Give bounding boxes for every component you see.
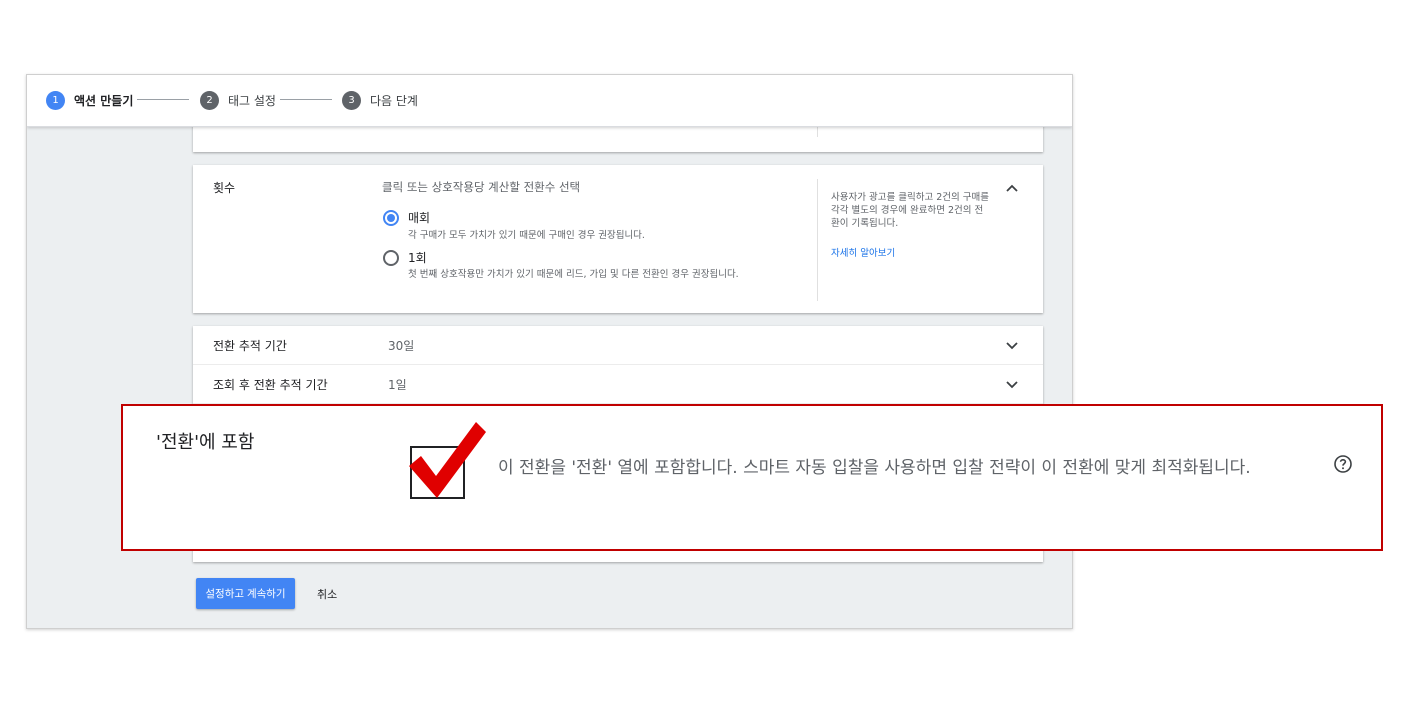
count-section-card: 횟수 클릭 또는 상호작용당 계산할 전환수 선택 매회 각 구매가 모두 가치… [193,165,1043,313]
step-1[interactable]: 1 액션 만들기 [46,90,133,110]
setting-label: 전환 추적 기간 [213,339,287,353]
radio-once[interactable] [383,250,399,266]
step-3-number: 3 [342,90,361,110]
help-circle-icon[interactable] [1333,454,1353,474]
divider [817,179,818,301]
step-1-number: 1 [46,90,65,110]
chevron-up-icon[interactable] [1004,180,1020,196]
red-checkmark-icon [409,422,486,498]
setting-label: 조회 후 전환 추적 기간 [213,378,328,392]
learn-more-link[interactable]: 자세히 알아보기 [831,245,895,259]
step-connector [280,99,332,100]
stepper: 1 액션 만들기 2 태그 설정 3 다음 단계 [27,75,1072,127]
setting-value: 1일 [388,378,407,392]
save-continue-button[interactable]: 설정하고 계속하기 [196,578,295,609]
step-2[interactable]: 2 태그 설정 [200,90,276,110]
callout-title: '전환'에 포함 [156,432,255,453]
step-1-label: 액션 만들기 [74,93,134,108]
radio-every[interactable] [383,210,399,226]
radio-once-label[interactable]: 1회 [408,249,427,266]
step-2-label: 태그 설정 [228,93,276,108]
step-3[interactable]: 3 다음 단계 [342,90,418,110]
radio-once-help: 첫 번째 상호작용만 가치가 있기 때문에 리드, 가입 및 다른 전환인 경우… [408,269,739,280]
setting-row-view-through[interactable]: 조회 후 전환 추적 기간 1일 [193,365,1043,404]
setting-row-window[interactable]: 전환 추적 기간 30일 [193,326,1043,365]
chevron-down-icon[interactable] [1004,338,1020,354]
count-section-description: 클릭 또는 상호작용당 계산할 전환수 선택 [382,180,581,194]
cancel-button[interactable]: 취소 [309,578,345,609]
count-section-title: 횟수 [213,181,236,195]
step-connector [137,99,189,100]
step-2-number: 2 [200,90,219,110]
radio-every-label[interactable]: 매회 [408,209,430,226]
setting-value: 30일 [388,339,415,353]
side-help-text: 사용자가 광고를 클릭하고 2건의 구매를 각각 별도의 경우에 완료하면 2건… [831,192,989,229]
include-conversions-callout: '전환'에 포함 이 전환을 '전환' 열에 포함합니다. 스마트 자동 입찰을… [121,404,1383,551]
chevron-down-icon[interactable] [1004,377,1020,393]
step-3-label: 다음 단계 [370,93,418,108]
radio-every-help: 각 구매가 모두 가치가 있기 때문에 구매인 경우 권장됩니다. [408,230,645,241]
callout-description: 이 전환을 '전환' 열에 포함합니다. 스마트 자동 입찰을 사용하면 입찰 … [498,458,1251,478]
